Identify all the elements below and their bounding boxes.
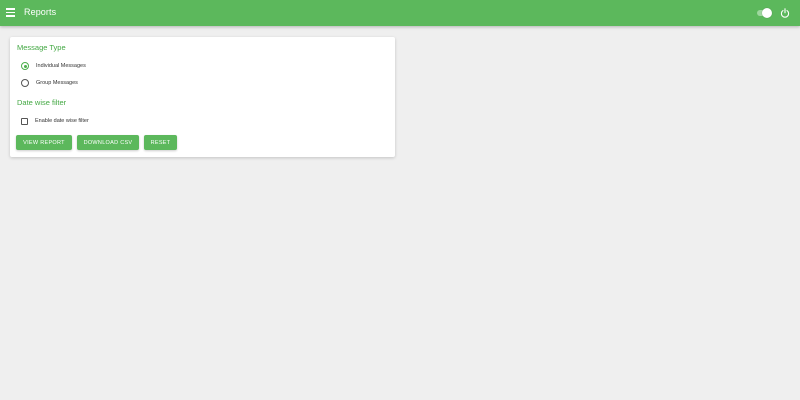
radio-label: Group Messages [36,80,78,86]
radio-checked-icon [21,62,29,70]
date-filter-title: Date wise filter [17,98,67,107]
radio-group-messages[interactable]: Group Messages [21,78,78,88]
enable-date-filter-checkbox[interactable]: Enable date wise filter [21,116,89,126]
theme-toggle[interactable] [757,8,772,18]
toggle-thumb [762,8,772,18]
page-title: Reports [24,7,57,17]
app-header: Reports [0,0,800,26]
message-type-title: Message Type [17,43,66,52]
radio-label: Individual Messages [36,63,86,69]
report-filter-card: Message Type Individual Messages Group M… [10,37,395,157]
download-csv-button[interactable]: DOWNLOAD CSV [77,135,139,150]
reset-button[interactable]: RESET [144,135,177,150]
checkbox-icon [21,117,28,125]
menu-icon[interactable] [6,8,15,18]
checkbox-label: Enable date wise filter [35,118,89,124]
view-report-button[interactable]: VIEW REPORT [16,135,72,150]
power-icon[interactable] [780,8,790,18]
radio-individual-messages[interactable]: Individual Messages [21,61,86,71]
radio-unchecked-icon [21,79,29,87]
